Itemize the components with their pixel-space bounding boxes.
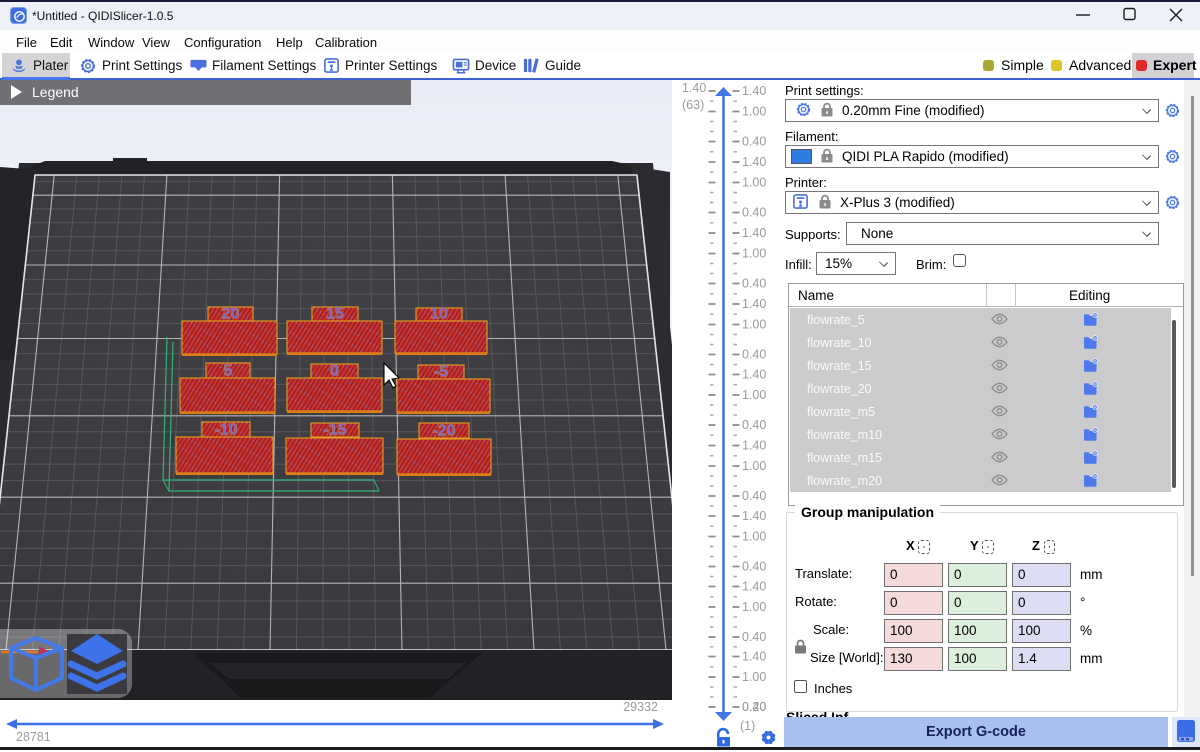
svg-text:0.40: 0.40 bbox=[742, 560, 766, 574]
svg-text:1.00: 1.00 bbox=[742, 459, 766, 473]
svg-text:1.40: 1.40 bbox=[742, 439, 766, 453]
svg-text:1.40: 1.40 bbox=[742, 650, 766, 664]
svg-text:1.40: 1.40 bbox=[742, 84, 766, 98]
svg-text:0.40: 0.40 bbox=[742, 206, 766, 220]
svg-text:10: 10 bbox=[430, 306, 448, 323]
svg-text:-5: -5 bbox=[434, 364, 448, 381]
svg-text:1.00: 1.00 bbox=[742, 600, 766, 614]
svg-text:1.40: 1.40 bbox=[742, 580, 766, 594]
svg-text:1.00: 1.00 bbox=[742, 670, 766, 684]
svg-text:0.40: 0.40 bbox=[742, 348, 766, 362]
svg-text:-15: -15 bbox=[323, 422, 346, 439]
svg-text:1.00: 1.00 bbox=[742, 105, 766, 119]
svg-text:1.40: 1.40 bbox=[682, 81, 706, 95]
svg-text:1.00: 1.00 bbox=[742, 530, 766, 544]
svg-text:1.40: 1.40 bbox=[742, 226, 766, 240]
svg-text:20: 20 bbox=[222, 306, 240, 323]
svg-text:5: 5 bbox=[224, 363, 233, 380]
svg-text:(63): (63) bbox=[682, 98, 704, 112]
svg-text:1.00: 1.00 bbox=[742, 318, 766, 332]
svg-text:1.00: 1.00 bbox=[742, 176, 766, 190]
svg-text:0: 0 bbox=[330, 363, 339, 380]
svg-text:15: 15 bbox=[326, 306, 344, 323]
svg-text:0.40: 0.40 bbox=[742, 630, 766, 644]
svg-text:0.40: 0.40 bbox=[742, 418, 766, 432]
svg-text:0.40: 0.40 bbox=[742, 277, 766, 291]
svg-text:0.40: 0.40 bbox=[742, 489, 766, 503]
svg-text:-20: -20 bbox=[432, 423, 455, 440]
svg-text:1.40: 1.40 bbox=[742, 509, 766, 523]
svg-text:1.40: 1.40 bbox=[742, 155, 766, 169]
svg-text:1.00: 1.00 bbox=[742, 247, 766, 261]
svg-text:0.40: 0.40 bbox=[742, 135, 766, 149]
svg-text:0.20: 0.20 bbox=[742, 700, 766, 714]
svg-text:1.40: 1.40 bbox=[742, 297, 766, 311]
svg-text:1.00: 1.00 bbox=[742, 388, 766, 402]
svg-text:(1): (1) bbox=[740, 719, 755, 733]
svg-text:-10: -10 bbox=[214, 422, 237, 439]
svg-text:1.40: 1.40 bbox=[742, 368, 766, 382]
